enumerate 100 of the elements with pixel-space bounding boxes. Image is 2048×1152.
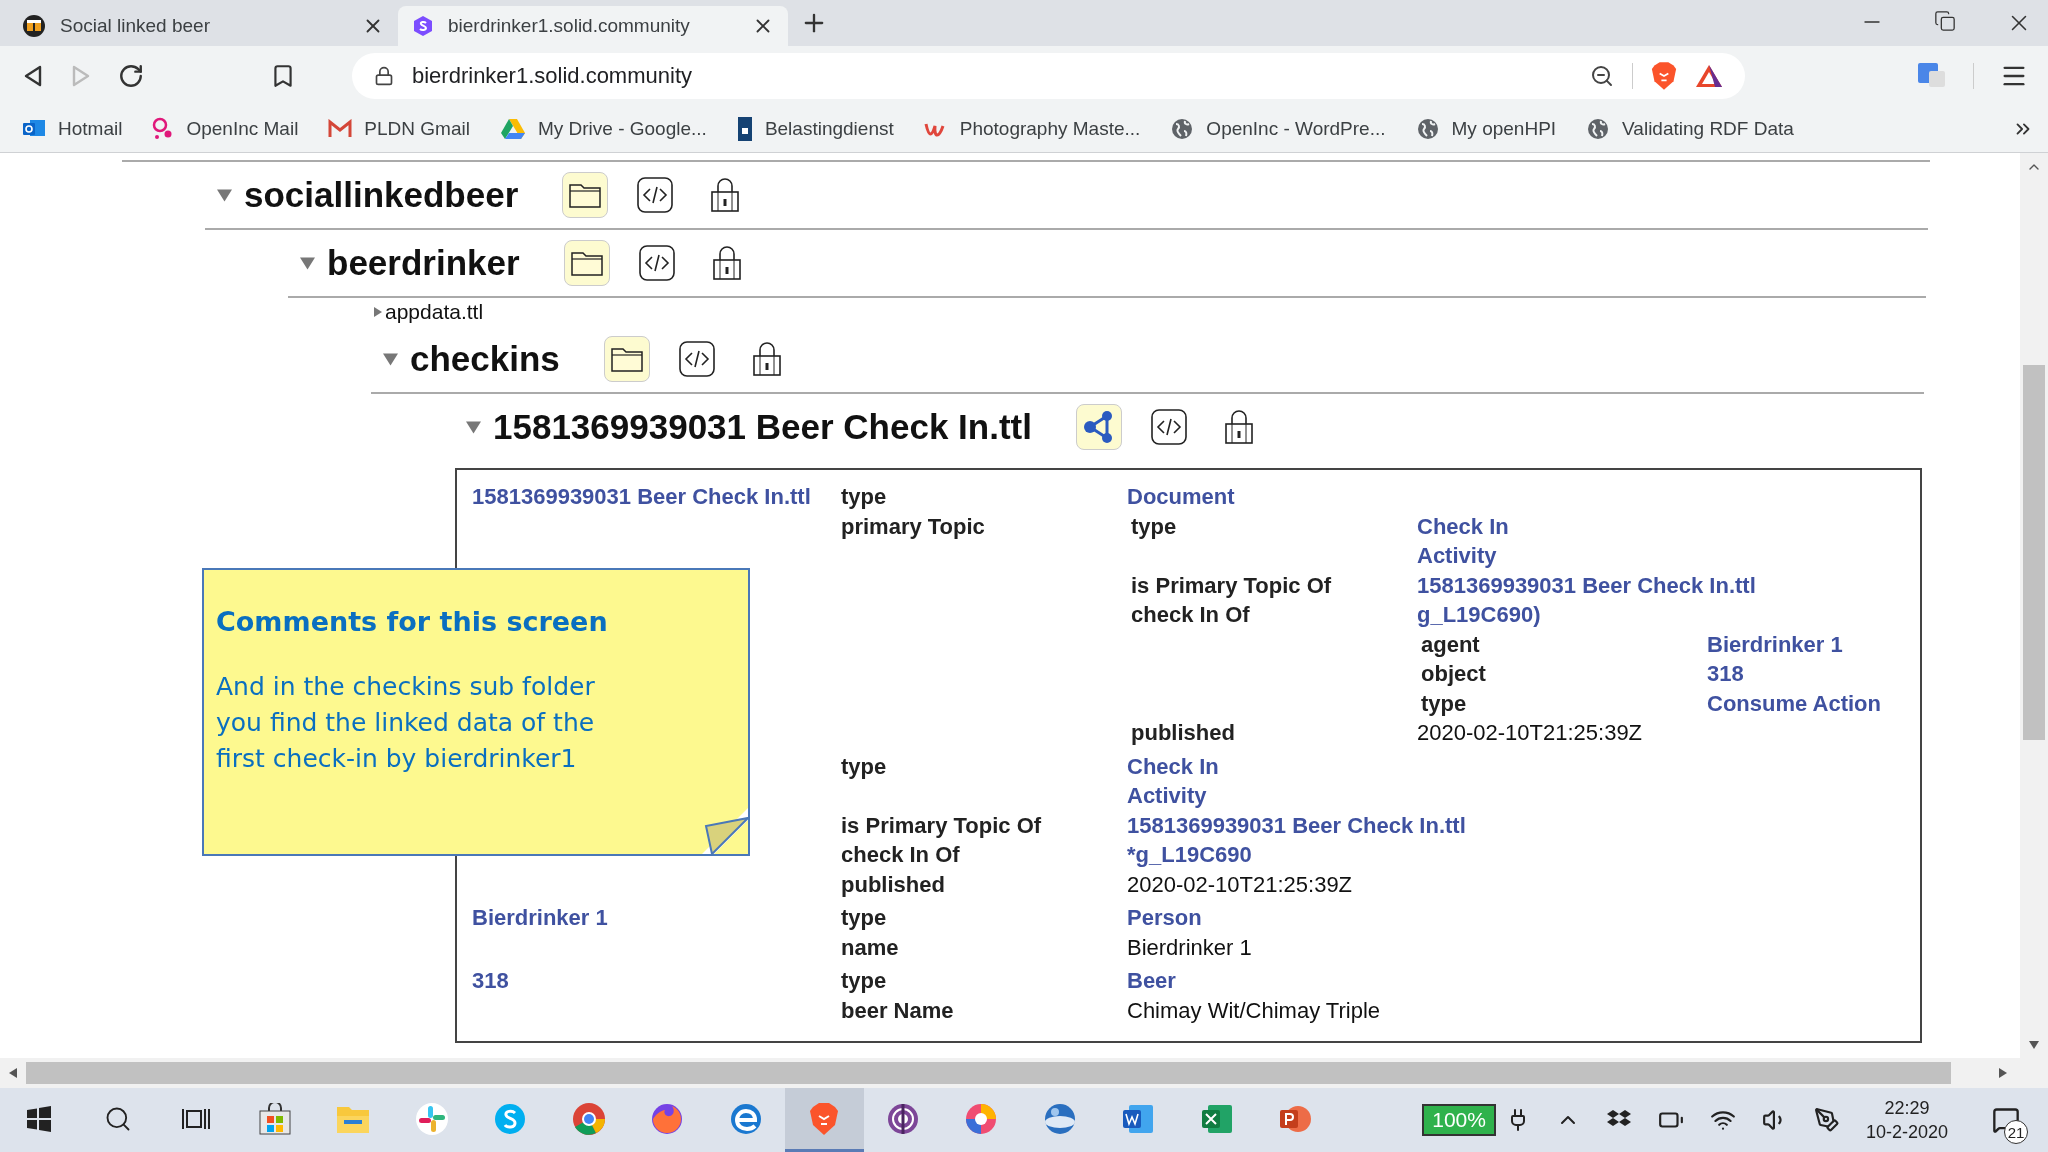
literal-value: Chimay Wit/Chimay Triple (1127, 996, 1381, 1025)
predicate-label: check In Of (841, 841, 961, 869)
hexagon-icon (412, 15, 434, 37)
bookmark-link[interactable]: My openHPI (1415, 117, 1557, 141)
folder-name[interactable]: sociallinkedbeer (244, 175, 519, 215)
predicate-label: type (1421, 689, 1468, 718)
object-link[interactable]: Consume Action (1707, 688, 1881, 718)
banner-icon (736, 116, 753, 142)
address-field[interactable]: bierdrinker1.solid.community (352, 53, 1745, 99)
padlock-icon (1223, 410, 1254, 444)
folder-name[interactable]: beerdrinker (327, 243, 520, 283)
note-text: And in the checkins sub folder you find the linked data of the first check-in by bierdrinker1 (216, 671, 596, 775)
zoom-out-icon[interactable] (1590, 64, 1614, 88)
bookmark-link[interactable]: My Drive - Google... (499, 118, 707, 140)
object-link[interactable]: Person (1127, 903, 1202, 933)
bookmark-link[interactable]: OpenInc - WordPre... (1170, 117, 1386, 141)
horizontal-scrollbar[interactable] (0, 1058, 2048, 1088)
object-link[interactable]: Bierdrinker 1 (1707, 629, 1843, 659)
bookmark-link[interactable]: Belastingdienst (736, 116, 894, 142)
clock-time: 22:29 (1884, 1097, 1930, 1120)
sphere-icon[interactable] (1042, 1101, 1077, 1136)
lion-shield-icon[interactable] (809, 1101, 840, 1136)
file-name[interactable]: 1581369939031 Beer Check In.ttl (493, 407, 1032, 447)
expand-triangle-icon[interactable] (373, 307, 383, 317)
object-link[interactable]: Activity (1127, 781, 1207, 811)
object-link[interactable]: 1581369939031 Beer Check In.ttl (1127, 810, 1466, 840)
pinwheel-icon[interactable] (414, 1101, 449, 1136)
padlock-icon (711, 246, 742, 280)
predicate-label: type (841, 752, 888, 781)
padlock-icon (751, 342, 782, 376)
lock-icon (374, 66, 394, 86)
bookmark-link[interactable]: Hotmail (22, 118, 123, 140)
literal-value: 2020-02-10T21:25:39Z (1127, 870, 1353, 899)
file-name[interactable]: appdata.ttl (385, 300, 484, 324)
bookmark-link[interactable]: PLDN Gmail (328, 118, 470, 140)
collapse-triangle-icon[interactable] (466, 419, 481, 435)
scroll-down-icon[interactable] (2028, 1040, 2040, 1050)
collapse-triangle-icon[interactable] (217, 187, 232, 203)
collapse-triangle-icon[interactable] (383, 351, 398, 367)
predicate-label: type (1131, 512, 1178, 541)
triangle-icon (499, 118, 526, 140)
graph-view-button[interactable] (1075, 404, 1122, 450)
clock-date: 10-2-2020 (1865, 1121, 1948, 1144)
subject-link[interactable]: 1581369939031 Beer Check In.ttl (472, 484, 811, 509)
scroll-thumb[interactable] (2023, 365, 2045, 740)
bookmark-link[interactable]: OpenInc Mail (152, 117, 299, 141)
subject-link[interactable]: Bierdrinker 1 (472, 905, 608, 930)
reload-icon[interactable] (118, 63, 144, 89)
back-icon[interactable] (22, 64, 44, 88)
clock[interactable]: 22:29 10-2-2020 (1865, 1096, 1948, 1144)
folder-icon (569, 182, 602, 208)
vertical-scrollbar[interactable] (2020, 153, 2048, 1058)
browser-tab[interactable]: Social linked beer (8, 6, 398, 46)
bookmark-link[interactable]: Photography Maste... (923, 118, 1141, 140)
object-link[interactable]: 1581369939031 Beer Check In.ttl (1417, 570, 1756, 600)
object-link[interactable]: *g_L19C690 (1127, 840, 1252, 870)
folder-view-button[interactable] (603, 336, 650, 382)
notification-count: 21 (2004, 1120, 2028, 1144)
predicate-label: primary Topic (841, 512, 986, 541)
code-icon (637, 177, 674, 213)
lion-shield-icon[interactable] (1651, 61, 1677, 91)
padlock-icon (710, 178, 741, 212)
start-icon[interactable] (26, 1105, 53, 1132)
folder-name[interactable]: checkins (410, 339, 560, 379)
predicate-label: type (841, 967, 888, 995)
object-link[interactable]: Document (1127, 482, 1235, 512)
tab-title: bierdrinker1.solid.community (448, 15, 691, 37)
bookmark-link[interactable]: Validating RDF Data (1586, 117, 1794, 141)
ring-icon[interactable] (571, 1101, 606, 1136)
globe-icon (1415, 117, 1440, 141)
document-icon[interactable] (1121, 1102, 1156, 1135)
predicate-label: type (841, 904, 888, 932)
swirl-icon[interactable] (964, 1101, 999, 1136)
folder-icon (610, 346, 643, 372)
triangle-icon[interactable] (1695, 64, 1723, 88)
predicate-label: type (841, 483, 888, 511)
pen-icon[interactable] (1813, 1107, 1840, 1133)
object-link[interactable]: Activity (1417, 541, 1497, 571)
scroll-left-icon[interactable] (8, 1067, 18, 1079)
subject-link[interactable]: 318 (472, 968, 509, 993)
code-icon (678, 341, 715, 377)
code-icon (638, 245, 675, 281)
envelope-icon (328, 119, 353, 139)
scroll-thumb[interactable] (26, 1062, 1951, 1084)
object-link[interactable]: 318 (1707, 659, 1744, 689)
object-link[interactable]: Check In (1417, 511, 1509, 541)
folder-view-button[interactable] (563, 240, 610, 286)
object-link[interactable]: g_L19C690) (1417, 600, 1541, 630)
browser-tab[interactable]: bierdrinker1.solid.community (398, 6, 788, 46)
literal-value: 2020-02-10T21:25:39Z (1417, 719, 1643, 747)
note-title: Comments for this screen (216, 606, 609, 637)
shopping-bag-icon[interactable] (257, 1102, 292, 1135)
folder-view-button[interactable] (562, 172, 609, 218)
predicate-label: published (841, 870, 946, 899)
object-link[interactable]: Beer (1127, 966, 1176, 996)
spreadsheet-icon[interactable] (1199, 1102, 1234, 1135)
scroll-right-icon[interactable] (1998, 1067, 2008, 1079)
collapse-triangle-icon[interactable] (300, 255, 315, 271)
object-link[interactable]: Check In (1127, 751, 1219, 781)
predicate-label: object (1421, 660, 1487, 688)
